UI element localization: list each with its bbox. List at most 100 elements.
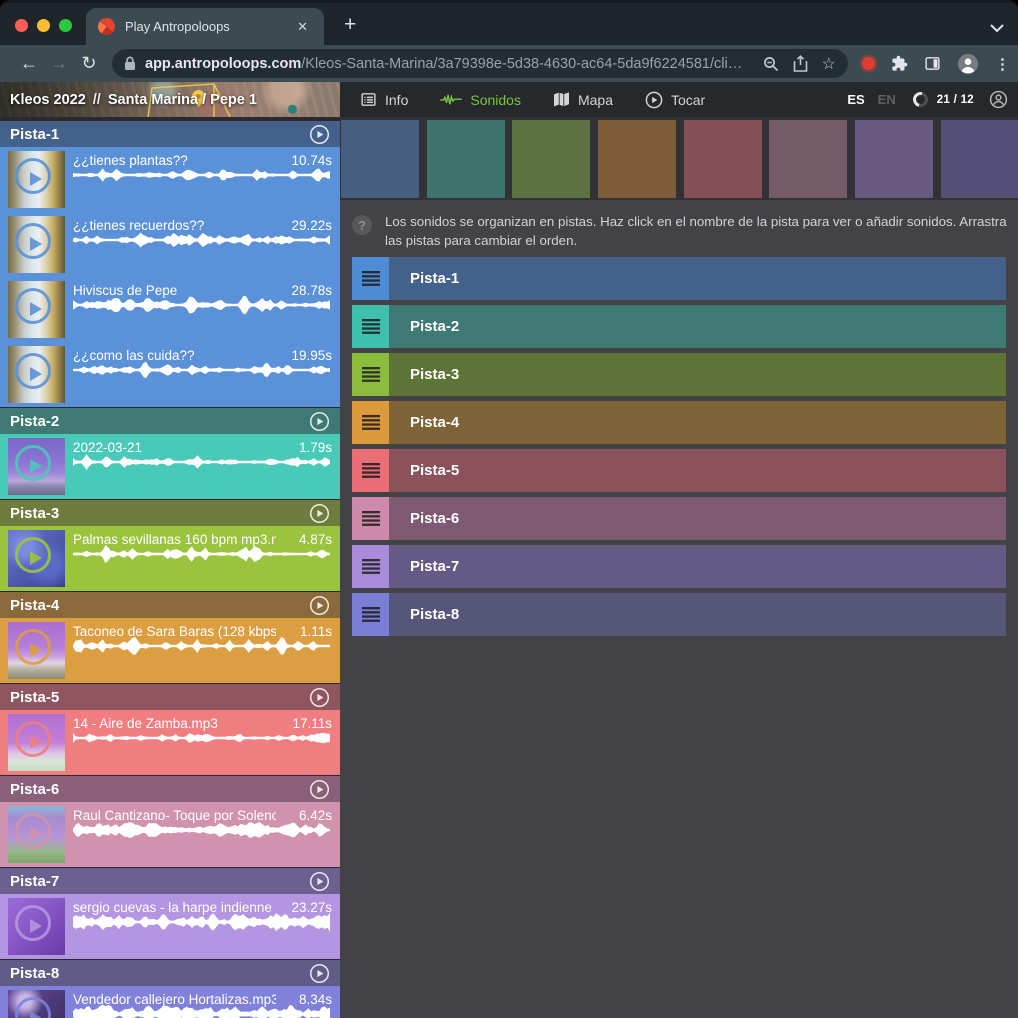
lang-en-button[interactable]: EN — [878, 92, 896, 107]
track-play-button[interactable] — [309, 503, 330, 524]
track-row[interactable]: Pista-2 — [352, 305, 1006, 348]
nav-tab-tocar[interactable]: Tocar — [645, 91, 705, 109]
zoom-window-button[interactable] — [59, 19, 72, 32]
audio-clip[interactable]: sergio cuevas - la harpe indienne - 03 -… — [0, 894, 340, 959]
track-row-label[interactable]: Pista-2 — [389, 305, 1006, 348]
track-name[interactable]: Pista-1 — [10, 126, 59, 143]
audio-clip[interactable]: 14 - Aire de Zamba.mp317.11s — [0, 710, 340, 775]
audio-clip[interactable]: Hiviscus de Pepe28.78s — [0, 277, 340, 342]
track-row[interactable]: Pista-6 — [352, 497, 1006, 540]
reload-icon[interactable]: ↻ — [74, 53, 104, 74]
tab-search-chevron-icon[interactable] — [990, 20, 1004, 38]
track-row[interactable]: Pista-3 — [352, 353, 1006, 396]
track-row-label[interactable]: Pista-1 — [389, 257, 1006, 300]
track-play-button[interactable] — [309, 779, 330, 800]
track-color-swatch[interactable] — [941, 120, 1018, 198]
minimize-window-button[interactable] — [37, 19, 50, 32]
nav-tab-sonidos[interactable]: Sonidos — [440, 92, 521, 108]
track-play-button[interactable] — [309, 411, 330, 432]
track-name[interactable]: Pista-2 — [10, 413, 59, 430]
audio-clip[interactable]: ¿¿tienes plantas??10.74s — [0, 147, 340, 212]
track-color-swatch[interactable] — [598, 120, 676, 198]
clip-thumbnail[interactable] — [8, 151, 65, 208]
track-color-swatch[interactable] — [769, 120, 847, 198]
clip-thumbnail[interactable] — [8, 281, 65, 338]
forward-icon[interactable]: → — [44, 53, 74, 74]
breadcrumb-project[interactable]: Kleos 2022 — [10, 92, 86, 108]
track-name[interactable]: Pista-6 — [10, 781, 59, 798]
clip-thumbnail[interactable] — [8, 806, 65, 863]
new-tab-button[interactable]: + — [338, 13, 362, 37]
track-color-swatch[interactable] — [855, 120, 933, 198]
antropoloops-favicon — [98, 18, 115, 35]
track-row[interactable]: Pista-4 — [352, 401, 1006, 444]
lang-es-button[interactable]: ES — [847, 92, 864, 107]
audio-clip[interactable]: Raul Cantizano- Toque por Solenoide.mp36… — [0, 802, 340, 867]
side-panel-icon[interactable] — [924, 55, 941, 72]
lock-icon[interactable] — [124, 56, 136, 71]
track-name[interactable]: Pista-3 — [10, 505, 59, 522]
drag-handle-icon[interactable] — [352, 545, 389, 588]
track-row-label[interactable]: Pista-5 — [389, 449, 1006, 492]
close-window-button[interactable] — [15, 19, 28, 32]
browser-tab[interactable]: Play Antropoloops ✕ — [86, 8, 324, 45]
track-row-label[interactable]: Pista-6 — [389, 497, 1006, 540]
profile-avatar-icon[interactable] — [957, 53, 979, 75]
drag-handle-icon[interactable] — [352, 593, 389, 636]
address-bar[interactable]: app.antropoloops.com/Kleos-Santa-Marina/… — [112, 49, 848, 78]
track-name[interactable]: Pista-8 — [10, 965, 59, 982]
track-color-swatch[interactable] — [341, 120, 419, 198]
track-row-label[interactable]: Pista-7 — [389, 545, 1006, 588]
extensions-puzzle-icon[interactable] — [891, 55, 908, 72]
drag-handle-icon[interactable] — [352, 449, 389, 492]
track-name[interactable]: Pista-5 — [10, 689, 59, 706]
bookmark-star-icon[interactable]: ☆ — [822, 54, 836, 74]
audio-clip[interactable]: Vendedor callejero Hortalizas.mp38.34s — [0, 986, 340, 1018]
clip-thumbnail[interactable] — [8, 714, 65, 771]
audio-clip[interactable]: ¿¿como las cuida??19.95s — [0, 342, 340, 407]
drag-handle-icon[interactable] — [352, 353, 389, 396]
clip-thumbnail[interactable] — [8, 898, 65, 955]
audio-clip[interactable]: Palmas sevillanas 160 bpm mp3.mp34.87s — [0, 526, 340, 591]
track-play-button[interactable] — [309, 124, 330, 145]
clip-thumbnail[interactable] — [8, 346, 65, 403]
track-color-swatch[interactable] — [427, 120, 505, 198]
track-row-label[interactable]: Pista-3 — [389, 353, 1006, 396]
clip-thumbnail[interactable] — [8, 990, 65, 1018]
track-row[interactable]: Pista-7 — [352, 545, 1006, 588]
zoom-out-icon[interactable] — [763, 56, 779, 72]
clip-thumbnail[interactable] — [8, 438, 65, 495]
audio-clip[interactable]: ¿¿tienes recuerdos??29.22s — [0, 212, 340, 277]
audio-clip[interactable]: Taconeo de Sara Baras (128 kbps).mp31.11… — [0, 618, 340, 683]
track-row[interactable]: Pista-5 — [352, 449, 1006, 492]
track-play-button[interactable] — [309, 871, 330, 892]
clip-thumbnail[interactable] — [8, 622, 65, 679]
track-color-swatch[interactable] — [684, 120, 762, 198]
track-color-swatch[interactable] — [512, 120, 590, 198]
account-icon[interactable] — [989, 90, 1008, 109]
drag-handle-icon[interactable] — [352, 497, 389, 540]
recording-extension-icon[interactable] — [862, 57, 875, 70]
track-name[interactable]: Pista-7 — [10, 873, 59, 890]
clip-thumbnail[interactable] — [8, 530, 65, 587]
back-icon[interactable]: ← — [14, 53, 44, 74]
track-row[interactable]: Pista-8 — [352, 593, 1006, 636]
track-play-button[interactable] — [309, 595, 330, 616]
drag-handle-icon[interactable] — [352, 257, 389, 300]
track-play-button[interactable] — [309, 963, 330, 984]
browser-menu-icon[interactable]: ⋮ — [995, 55, 1010, 73]
tab-close-icon[interactable]: ✕ — [293, 17, 312, 37]
drag-handle-icon[interactable] — [352, 305, 389, 348]
track-row-label[interactable]: Pista-4 — [389, 401, 1006, 444]
nav-tab-info[interactable]: Info — [360, 91, 408, 108]
track-play-button[interactable] — [309, 687, 330, 708]
drag-handle-icon[interactable] — [352, 401, 389, 444]
track-row[interactable]: Pista-1 — [352, 257, 1006, 300]
breadcrumb-track[interactable]: Santa Marina / Pepe 1 — [108, 92, 257, 108]
audio-clip[interactable]: 2022-03-211.79s — [0, 434, 340, 499]
nav-tab-mapa[interactable]: Mapa — [553, 92, 613, 108]
track-row-label[interactable]: Pista-8 — [389, 593, 1006, 636]
track-name[interactable]: Pista-4 — [10, 597, 59, 614]
share-icon[interactable] — [793, 55, 808, 72]
clip-thumbnail[interactable] — [8, 216, 65, 273]
